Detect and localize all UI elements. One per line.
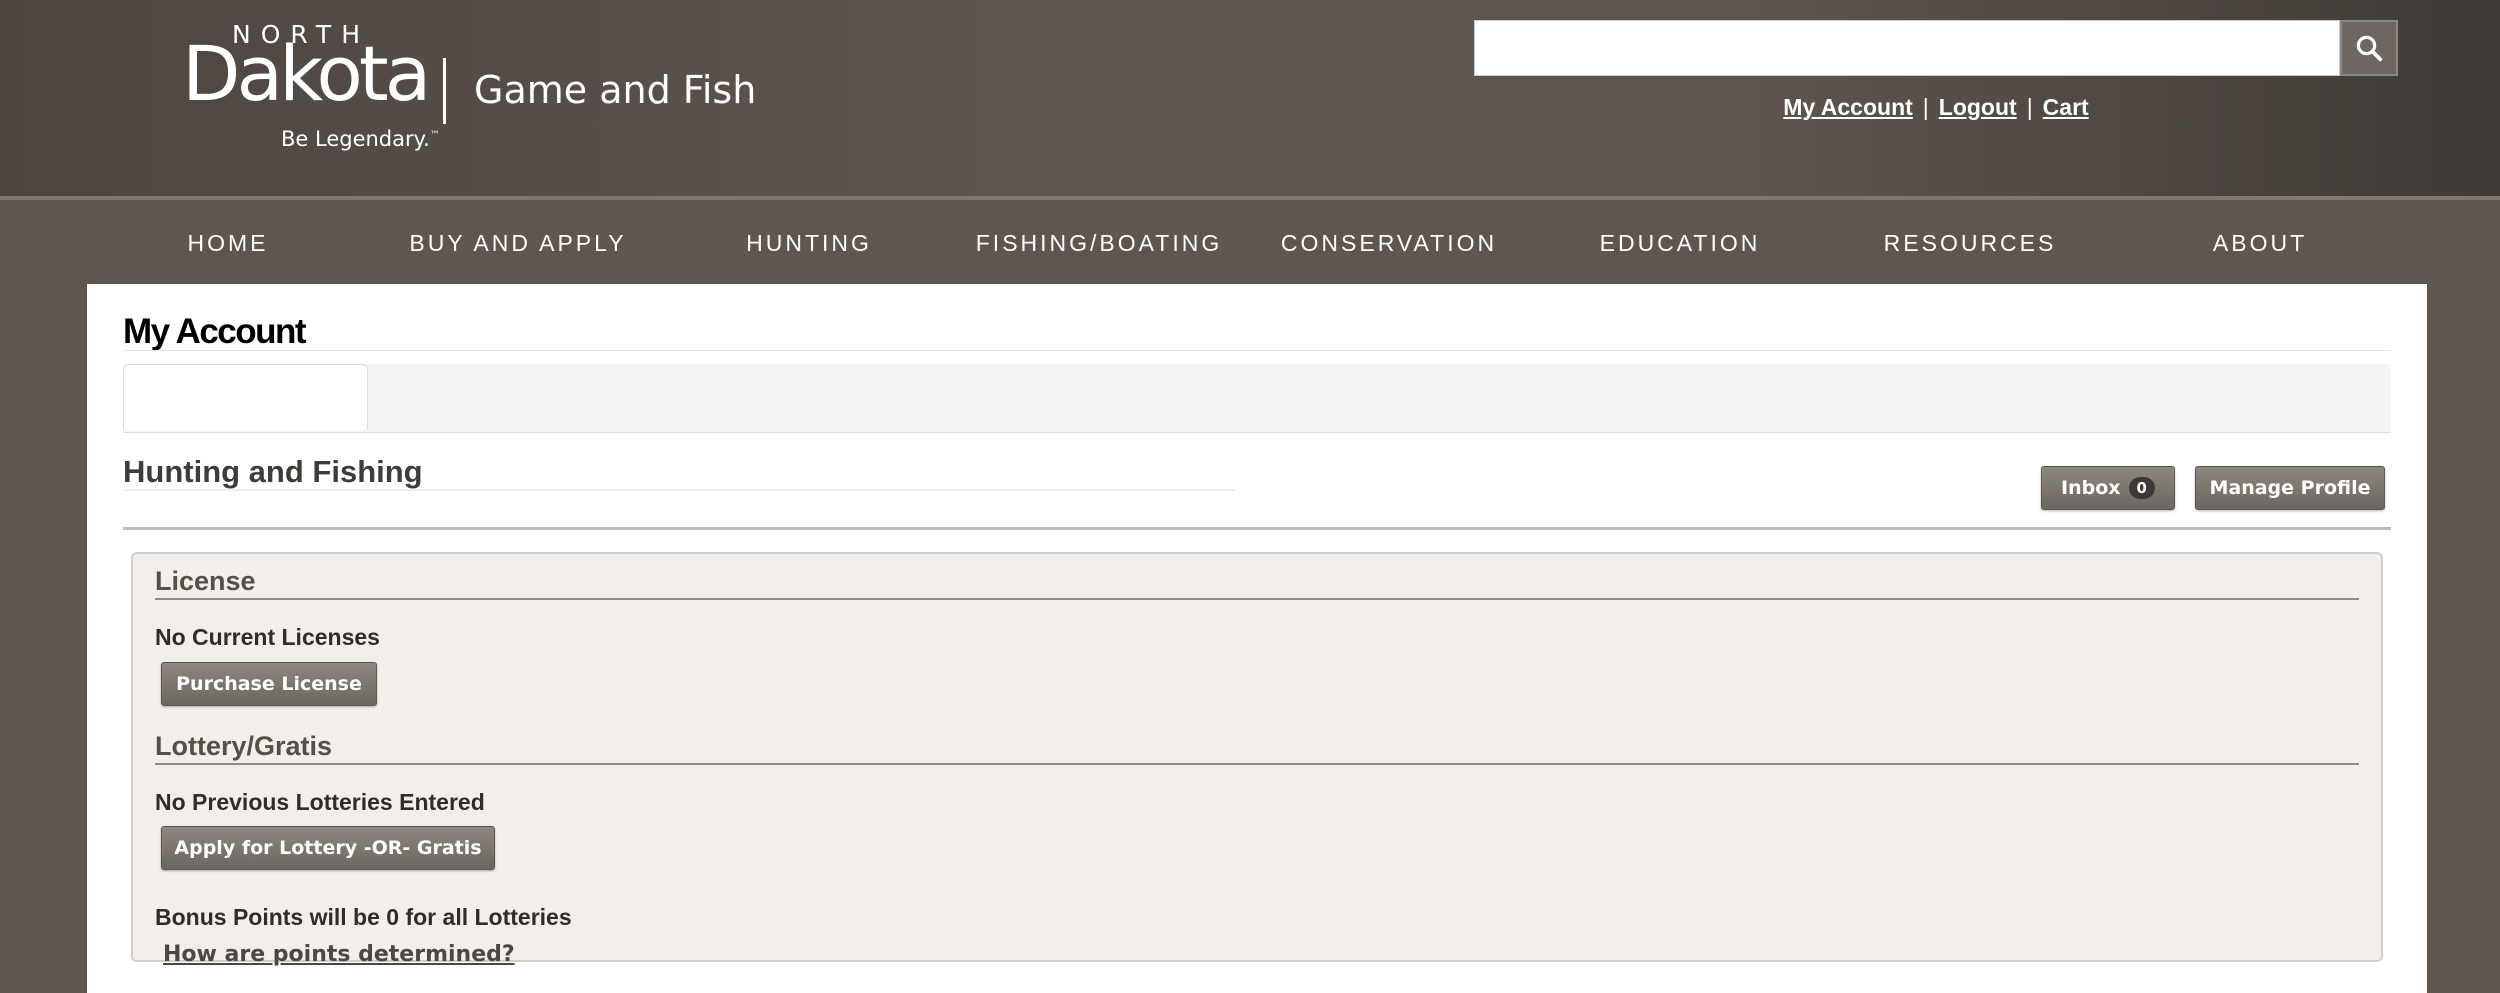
page-title: My Account (123, 312, 307, 351)
cart-link[interactable]: Cart (2043, 94, 2089, 120)
nav-home[interactable]: HOME (188, 230, 269, 257)
nav-resources[interactable]: RESOURCES (1884, 230, 2057, 257)
license-heading: License (155, 566, 256, 596)
section-title: Hunting and Fishing (123, 454, 423, 489)
search-button[interactable] (2340, 20, 2398, 76)
site-header: NORTH Dakota Be Legendary.™ Game and Fis… (0, 0, 2500, 196)
search-input[interactable] (1474, 20, 2340, 76)
nav-education[interactable]: EDUCATION (1600, 230, 1761, 257)
account-links: My Account | Logout | Cart (1474, 94, 2398, 121)
account-summary-panel: License No Current Licenses Purchase Lic… (131, 552, 2383, 967)
divider (123, 527, 2391, 530)
bonus-points-text: Bonus Points will be 0 for all Lotteries (155, 904, 572, 930)
inbox-count-badge: 0 (2128, 477, 2155, 499)
purchase-license-button[interactable]: Purchase License (161, 662, 377, 706)
search-icon (2356, 35, 2383, 62)
tab-bar (123, 364, 2391, 433)
points-info-link[interactable]: How are points determined? (163, 942, 515, 967)
tab-active[interactable] (123, 364, 368, 430)
link-separator: | (2026, 94, 2033, 120)
nav-buy-and-apply[interactable]: BUY AND APPLY (409, 230, 626, 257)
logo-divider (443, 58, 446, 124)
license-status: No Current Licenses (155, 624, 380, 650)
logo-agency-name: Game and Fish (474, 68, 757, 112)
manage-profile-button[interactable]: Manage Profile (2195, 466, 2385, 510)
nav-about[interactable]: ABOUT (2213, 230, 2307, 257)
lottery-heading: Lottery/Gratis (155, 731, 333, 761)
divider (123, 350, 2391, 351)
nav-conservation[interactable]: CONSERVATION (1281, 230, 1497, 257)
link-separator: | (1922, 94, 1929, 120)
divider (155, 763, 2359, 765)
nav-hunting[interactable]: HUNTING (746, 230, 872, 257)
logo-dakota: Dakota (182, 29, 431, 118)
my-account-link[interactable]: My Account (1783, 94, 1913, 120)
inbox-button[interactable]: Inbox 0 (2041, 466, 2175, 510)
divider (155, 598, 2359, 600)
logout-link[interactable]: Logout (1939, 94, 2017, 120)
nav-fishing-boating[interactable]: FISHING/BOATING (976, 230, 1222, 257)
divider (123, 489, 1235, 491)
main-content: My Account Hunting and Fishing Inbox 0 M… (87, 284, 2427, 993)
logo-tagline: Be Legendary.™ (281, 127, 440, 151)
main-nav (0, 200, 2500, 284)
apply-lottery-button[interactable]: Apply for Lottery -OR- Gratis (161, 826, 495, 870)
inbox-label: Inbox (2061, 477, 2121, 499)
lottery-status: No Previous Lotteries Entered (155, 789, 485, 815)
